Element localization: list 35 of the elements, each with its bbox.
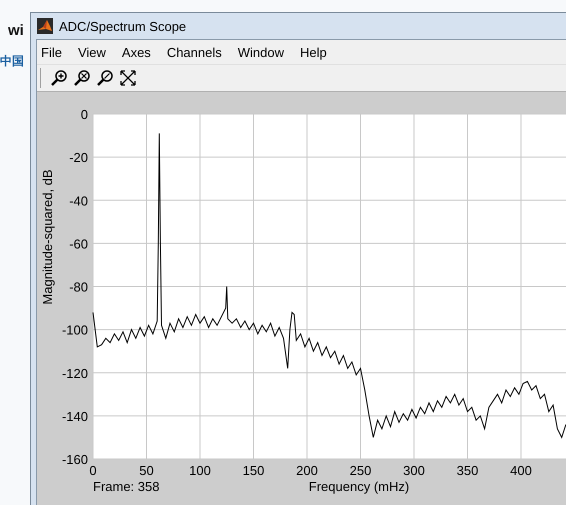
tick-label: 0 xyxy=(80,107,88,122)
page-heading: wi xyxy=(7,22,25,39)
tick-label: -20 xyxy=(69,150,88,166)
tick-label: 150 xyxy=(242,463,264,478)
tick-label: -120 xyxy=(62,366,88,381)
tick-label: 300 xyxy=(403,463,425,478)
menu-item[interactable]: File xyxy=(41,44,62,60)
window-title: ADC/Spectrum Scope xyxy=(59,18,186,34)
tick-label: 50 xyxy=(139,463,154,478)
tick-label: 350 xyxy=(456,463,478,478)
frame-counter: Frame: 358 xyxy=(93,479,160,494)
menu-item[interactable]: Window xyxy=(238,44,284,60)
menu-item[interactable]: Axes xyxy=(122,44,151,60)
zoom-in-icon[interactable] xyxy=(50,69,68,87)
tick-label: 400 xyxy=(510,463,532,478)
page-link[interactable]: 中国 xyxy=(0,53,30,70)
menu-item[interactable]: View xyxy=(78,44,106,60)
expand-arrows-icon[interactable] xyxy=(119,69,137,87)
tick-label: -140 xyxy=(62,408,88,424)
peak-logo-icon xyxy=(37,18,53,34)
tick-label: -40 xyxy=(69,193,88,208)
magnifier-cross-icon[interactable] xyxy=(73,69,91,87)
tick-label: -100 xyxy=(62,322,88,338)
tick-label: -80 xyxy=(69,280,88,294)
tick-label: 100 xyxy=(189,463,211,478)
tick-label: 200 xyxy=(296,463,318,478)
tick-label: 250 xyxy=(350,463,372,478)
tick-label: -60 xyxy=(69,236,88,252)
magnifier-line-icon[interactable] xyxy=(96,69,114,87)
x-axis-label: Frequency (mHz) xyxy=(308,479,410,494)
tick-label: 0 xyxy=(89,463,97,478)
menu-item[interactable]: Help xyxy=(300,44,327,60)
y-axis-label: Magnitude-squared, dB xyxy=(40,169,55,305)
menu-item[interactable]: Channels xyxy=(166,44,222,60)
tick-label: -160 xyxy=(62,452,88,467)
